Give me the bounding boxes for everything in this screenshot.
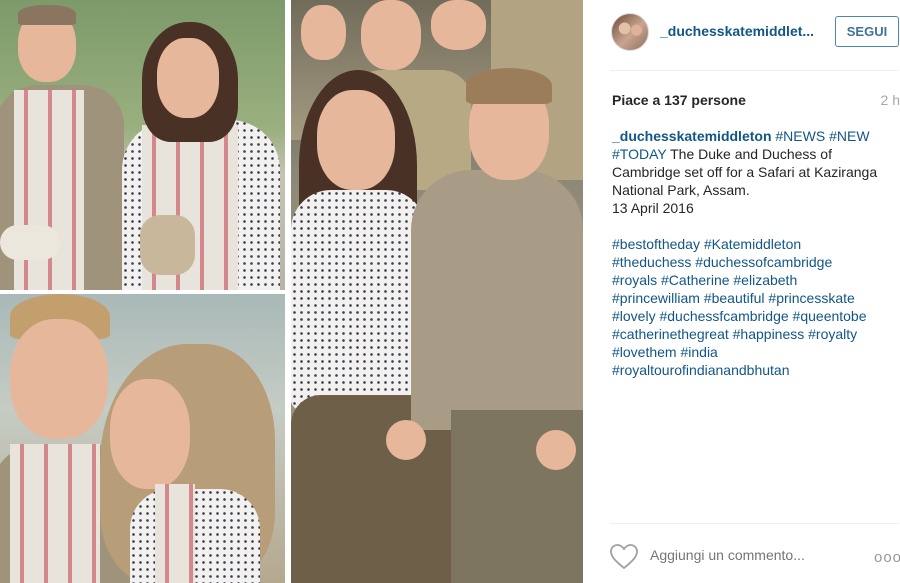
hashtag-link[interactable]: #NEW <box>829 128 869 144</box>
caption-text: National Park, Assam. <box>612 182 750 198</box>
ellipsis-icon[interactable]: ooo <box>874 549 900 566</box>
photo-right <box>291 0 583 583</box>
hashtag-link[interactable]: #TODAY <box>612 146 666 162</box>
hashtag-line[interactable]: #lovethem #india <box>612 343 897 361</box>
post-caption: _duchesskatemiddleton #NEWS #NEW #TODAY … <box>612 127 897 379</box>
timestamp[interactable]: 2 h <box>881 92 900 108</box>
likes-count[interactable]: Piace a 137 persone <box>612 92 746 108</box>
caption-author-link[interactable]: _duchesskatemiddleton <box>612 128 772 144</box>
hashtag-line[interactable]: #catherinethegreat #happiness #royalty <box>612 325 897 343</box>
caption-text: Cambridge set off for a Safari at Kazira… <box>612 164 878 180</box>
hashtag-line[interactable]: #bestoftheday #Katemiddleton <box>612 235 897 253</box>
hashtag-line[interactable]: #lovely #duchessfcambridge #queentobe <box>612 307 897 325</box>
header-divider <box>610 70 899 71</box>
photo-top-left <box>0 0 285 290</box>
comment-input[interactable] <box>650 547 850 563</box>
post-photo-collage[interactable] <box>0 0 583 583</box>
hashtag-line[interactable]: #princewilliam #beautiful #princesskate <box>612 289 897 307</box>
follow-button[interactable]: SEGUI <box>835 16 899 47</box>
username-link[interactable]: _duchesskatemiddlet... <box>660 23 814 39</box>
hashtag-line[interactable]: #royaltourofindianandbhutan <box>612 361 897 379</box>
hashtag-line[interactable]: #royals #Catherine #elizabeth <box>612 271 897 289</box>
post-header: _duchesskatemiddlet... SEGUI <box>583 0 900 70</box>
heart-outline-icon[interactable] <box>610 544 640 570</box>
photo-bottom-left <box>0 294 285 583</box>
hashtag-line[interactable]: #theduchess #duchessofcambridge <box>612 253 897 271</box>
caption-text: The Duke and Duchess of <box>670 146 832 162</box>
caption-date: 13 April 2016 <box>612 200 694 216</box>
post-info-panel: _duchesskatemiddlet... SEGUI Piace a 137… <box>583 0 900 583</box>
avatar[interactable] <box>611 13 649 51</box>
footer-divider <box>610 523 899 524</box>
hashtag-link[interactable]: #NEWS <box>775 128 825 144</box>
